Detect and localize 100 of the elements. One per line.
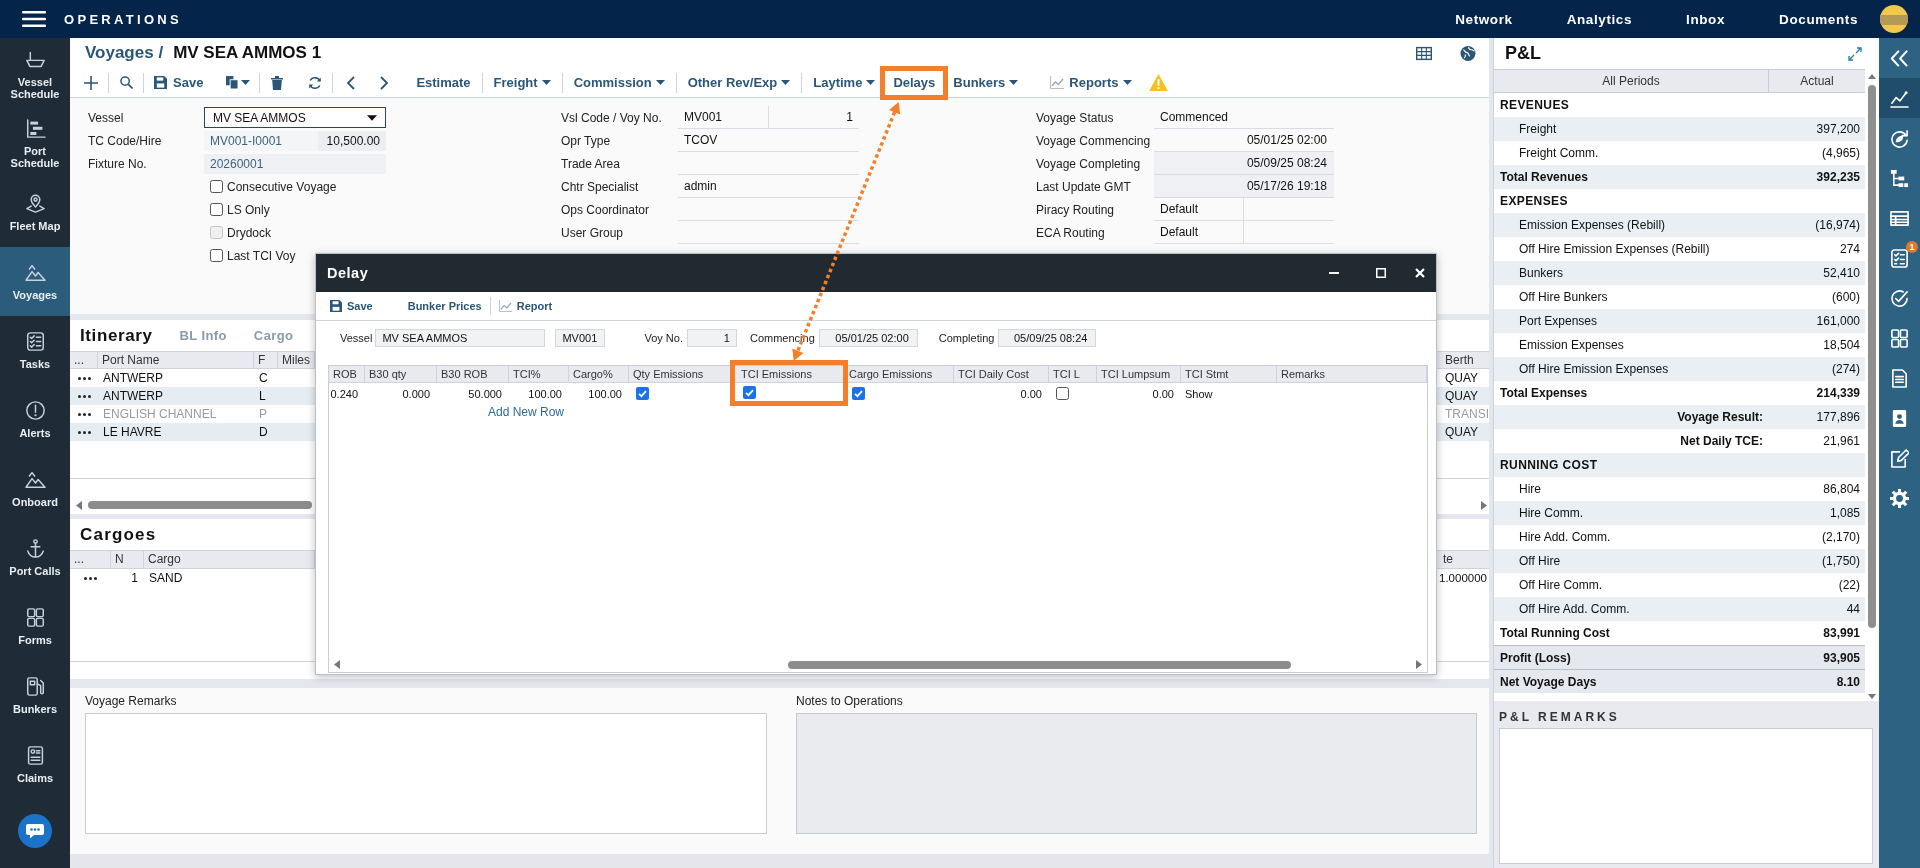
vessel-dropdown[interactable]: MV SEA AMMOS: [204, 107, 386, 128]
checkbox[interactable]: [852, 387, 865, 400]
text-field[interactable]: MV SEA AMMOS: [375, 329, 546, 347]
save-button[interactable]: Save: [148, 68, 210, 97]
avatar-icon[interactable]: [1880, 5, 1908, 33]
collapse-icon[interactable]: [1890, 48, 1909, 68]
expand-icon[interactable]: [1848, 46, 1862, 61]
more-icon[interactable]: [77, 394, 91, 398]
text-field[interactable]: 10,500.00: [318, 130, 386, 151]
row-value: 177,896: [1815, 410, 1861, 424]
nav-link[interactable]: Analytics: [1566, 11, 1633, 27]
chevron-left-icon[interactable]: [345, 75, 355, 90]
text-field[interactable]: Default: [1154, 198, 1244, 221]
checkbox[interactable]: [210, 180, 223, 193]
toolbar-button[interactable]: [1879, 78, 1920, 118]
breadcrumb-link[interactable]: Voyages /: [85, 43, 164, 63]
text-field[interactable]: Commenced: [1154, 106, 1334, 129]
field-label: Voy No.: [644, 331, 683, 346]
sidebar-item[interactable]: Claims: [0, 730, 70, 799]
scrollbar-thumb[interactable]: [1868, 85, 1876, 628]
sidebar-item[interactable]: Voyages: [0, 247, 70, 316]
text-field[interactable]: 05/09/25 08:24: [998, 329, 1097, 347]
checkbox[interactable]: [743, 386, 756, 399]
sidebar-item[interactable]: Onboard: [0, 454, 70, 523]
row-label: Off Hire Comm.: [1518, 578, 1604, 592]
scroll-left-icon[interactable]: [76, 500, 82, 510]
text-field[interactable]: 20260001: [204, 153, 386, 174]
toolbar-menu[interactable]: Delays: [884, 68, 945, 97]
text-field[interactable]: Default: [1154, 221, 1244, 244]
toolbar-menu[interactable]: Commission: [564, 68, 674, 97]
checkbox[interactable]: [1056, 387, 1069, 400]
text-field[interactable]: 05/01/25 02:00: [818, 329, 918, 347]
more-icon[interactable]: [77, 376, 91, 380]
plus-icon[interactable]: [84, 75, 98, 90]
row-label: Total Revenues: [1499, 170, 1589, 184]
toolbar-button[interactable]: Report: [498, 300, 553, 312]
hierarchy-icon: [1890, 168, 1909, 188]
trash-icon[interactable]: [271, 75, 284, 90]
nav-link[interactable]: Inbox: [1686, 11, 1726, 27]
nav-link[interactable]: Documents: [1779, 11, 1858, 27]
field-label: Voyage Completing: [1036, 156, 1142, 171]
add-row-link[interactable]: Add New Row: [488, 405, 565, 419]
text-field[interactable]: 1: [686, 329, 737, 347]
text-field[interactable]: admin: [678, 175, 859, 198]
row-value: (600): [1831, 290, 1861, 304]
tab[interactable]: Itinerary: [80, 325, 153, 346]
sidebar-item[interactable]: Bunkers: [0, 661, 70, 730]
toolbar-menu[interactable]: Laytime: [804, 68, 885, 97]
sidebar-item[interactable]: Alerts: [0, 385, 70, 454]
scrollbar-thumb[interactable]: [788, 660, 1291, 669]
row-value: 392,235: [1815, 170, 1861, 184]
text-field[interactable]: MV001-I0001: [204, 130, 318, 151]
text-field[interactable]: MV001: [555, 329, 606, 347]
checkbox-label: LS Only: [227, 202, 270, 217]
scroll-up-icon[interactable]: [1868, 74, 1876, 79]
sidebar-item[interactable]: Tasks: [0, 316, 70, 385]
text-field[interactable]: 05/17/26 19:18: [1154, 175, 1334, 198]
checkbox[interactable]: [210, 203, 223, 216]
sidebar-item[interactable]: Port Calls: [0, 523, 70, 592]
toolbar-menu[interactable]: Freight: [484, 68, 560, 97]
text-field[interactable]: MV001: [678, 106, 769, 129]
row-label: Bunkers: [1518, 266, 1565, 280]
more-icon[interactable]: [84, 576, 97, 580]
field-label: Vessel: [340, 331, 373, 346]
sidebar-item[interactable]: Port Schedule: [0, 109, 70, 178]
sidebar-item[interactable]: Fleet Map: [0, 178, 70, 247]
copy-icon[interactable]: [226, 76, 239, 89]
chat-icon[interactable]: [18, 814, 52, 848]
close-icon[interactable]: [1415, 268, 1425, 278]
text-field[interactable]: TCOV: [678, 129, 859, 152]
checkbox[interactable]: [210, 249, 223, 262]
toolbar-button[interactable]: Bunker Prices: [407, 300, 482, 312]
scroll-down-icon[interactable]: [1868, 694, 1876, 699]
sidebar-item[interactable]: Vessel Schedule: [0, 40, 70, 109]
chevron-right-icon[interactable]: [379, 75, 389, 90]
toolbar-menu[interactable]: Estimate: [407, 68, 480, 97]
more-icon[interactable]: [77, 430, 91, 434]
table-icon[interactable]: [1416, 45, 1432, 61]
field-label: Opr Type: [561, 133, 612, 148]
scrollbar-thumb[interactable]: [88, 501, 312, 509]
column-header: Remarks: [1277, 366, 1427, 383]
text-field[interactable]: 05/09/25 08:24: [1154, 152, 1334, 175]
gantt-chart-icon: [24, 118, 46, 138]
scroll-left-icon[interactable]: [334, 660, 340, 669]
text-field[interactable]: 1: [769, 106, 859, 129]
toolbar-menu[interactable]: Other Rev/Exp: [678, 68, 800, 97]
checkbox[interactable]: [636, 387, 649, 400]
toolbar-menu[interactable]: Bunkers: [944, 68, 1028, 97]
menu-icon[interactable]: [22, 11, 46, 27]
scroll-right-icon[interactable]: [1416, 660, 1422, 669]
toolbar-menu[interactable]: Reports: [1041, 68, 1142, 97]
sidebar-item[interactable]: Forms: [0, 592, 70, 661]
maximize-icon[interactable]: [1376, 268, 1386, 278]
nav-link[interactable]: Network: [1455, 11, 1513, 27]
refresh-icon[interactable]: [308, 75, 323, 90]
globe-icon[interactable]: [1460, 45, 1476, 61]
search-icon[interactable]: [119, 76, 133, 89]
scroll-right-icon[interactable]: [1481, 500, 1487, 510]
toolbar-button[interactable]: Save: [330, 300, 373, 312]
table-cell-text: L: [258, 389, 267, 403]
